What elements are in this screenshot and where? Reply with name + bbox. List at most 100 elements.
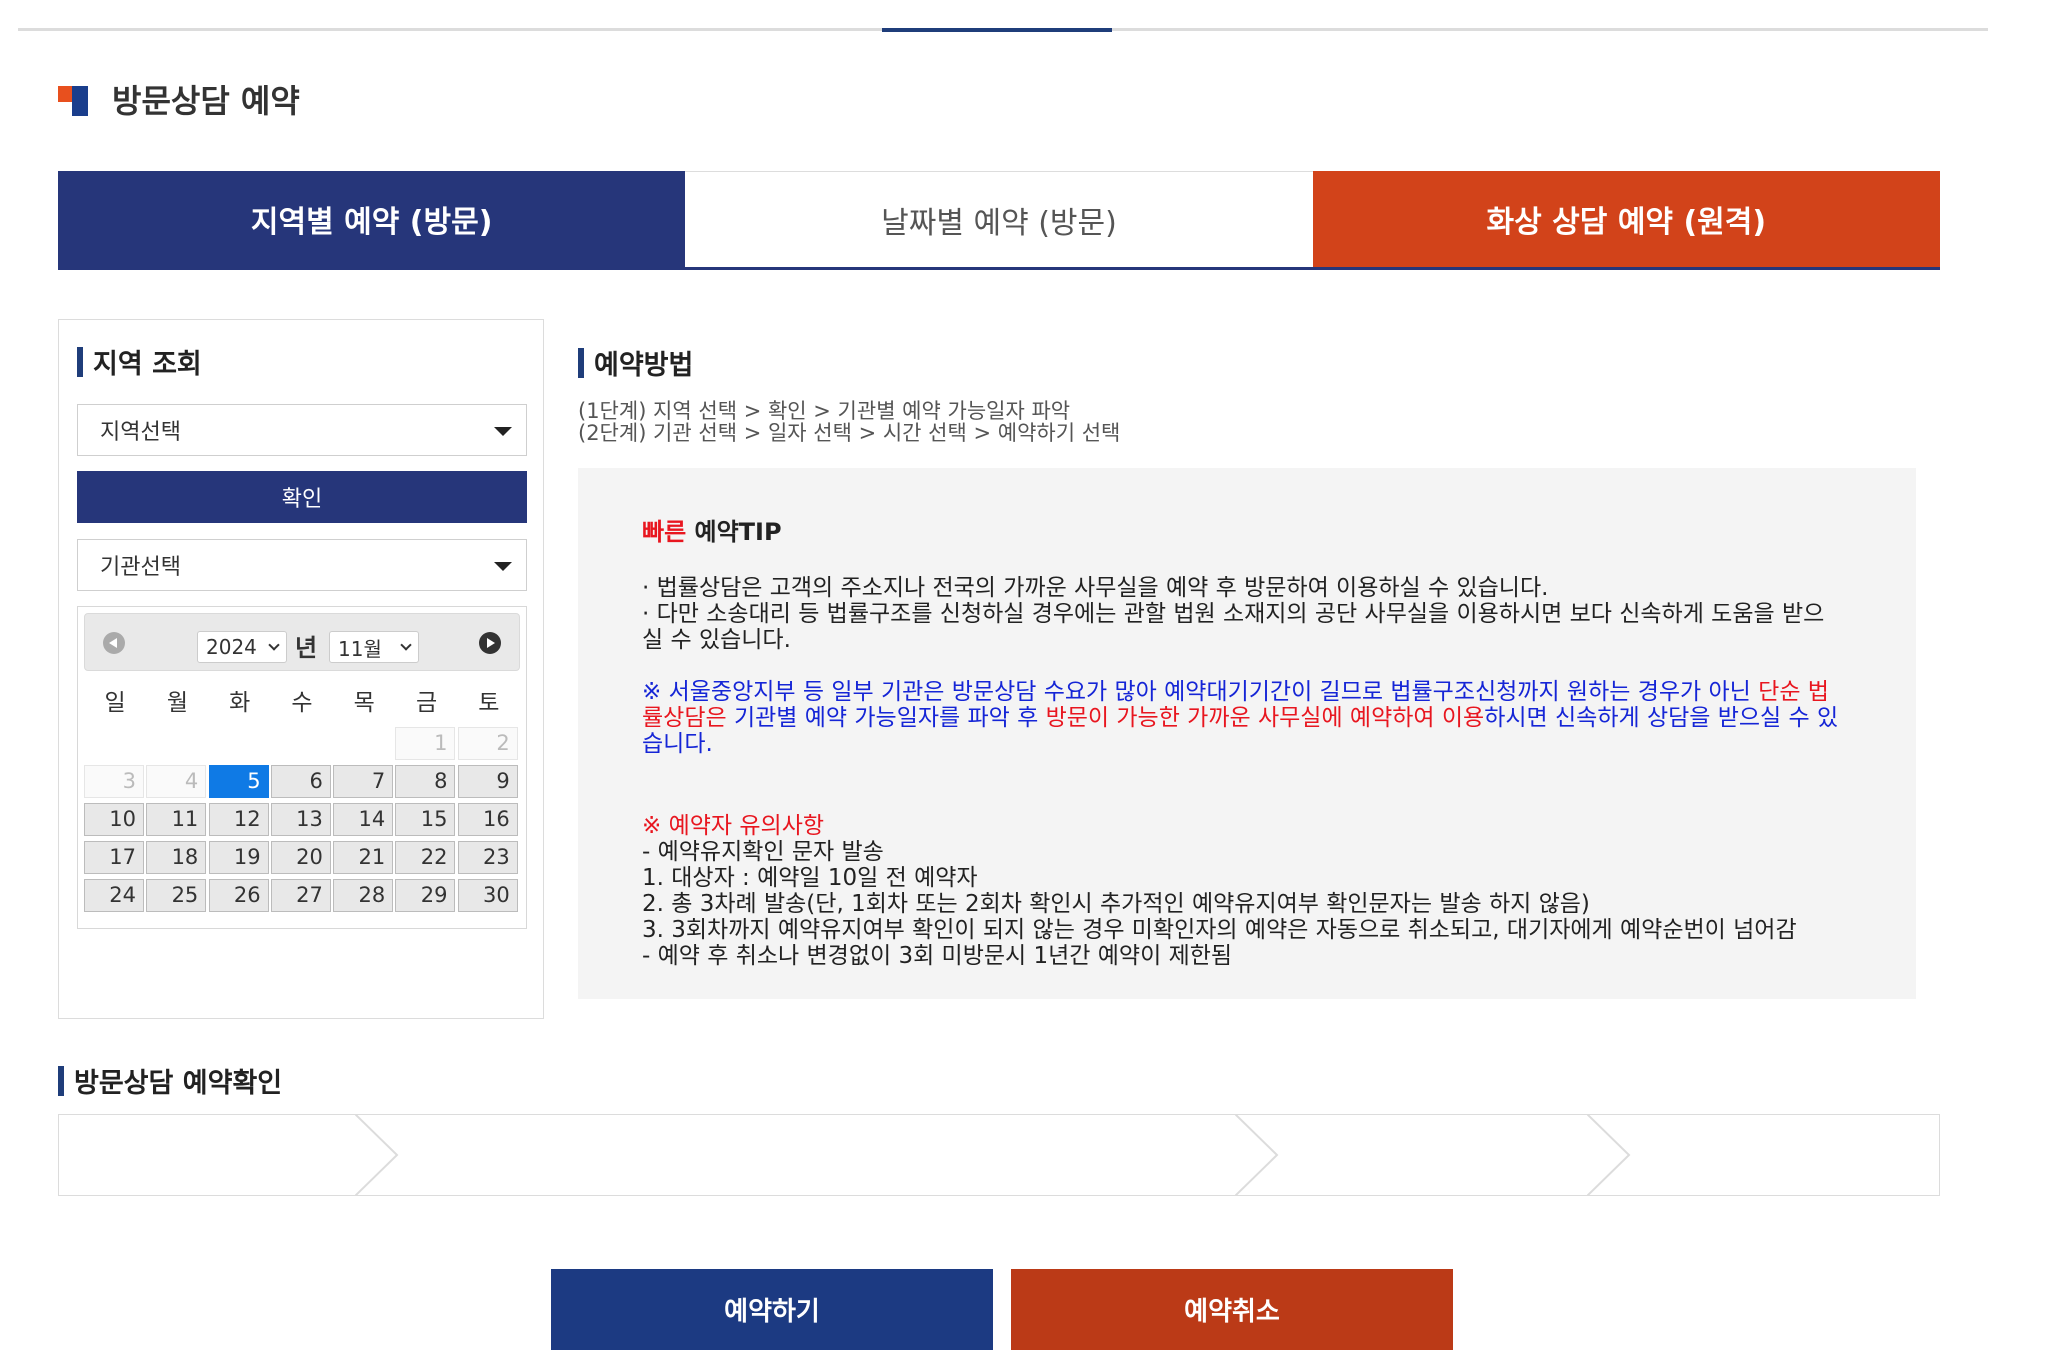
weekday-sun: 일 [104,690,126,716]
calendar-day[interactable]: 8 [395,765,456,798]
month-select-value: 11월 [338,636,382,661]
calendar-day[interactable]: 18 [146,841,207,874]
heading-bar-icon [77,346,83,377]
step-chevron-icon [1235,1115,1279,1195]
calendar-day[interactable]: 24 [84,879,144,912]
calendar-day[interactable]: 6 [270,765,331,798]
weekday-tue: 화 [229,690,251,716]
method-heading-text: 예약방법 [594,350,694,381]
region-search-heading: 지역 조회 [77,342,202,381]
cancel-reservation-button[interactable]: 예약취소 [1011,1269,1453,1350]
calendar-day[interactable]: 11 [146,803,207,836]
tip-title-rest: 예약TIP [686,518,782,546]
calendar-days: 1 2 3 4 5 6 7 8 9 10 11 12 13 14 15 16 17 18 19 20 21 22 23 24 2… [84,727,520,912]
calendar-day: 1 [395,727,456,760]
tip-notes-heading: ※ 예약자 유의사항 [642,813,825,839]
region-select-value: 지역선택 [100,420,181,445]
calendar-day: 3 [84,765,144,798]
calendar-day[interactable]: 30 [457,879,518,912]
method-step-1: (1단계) 지역 선택 > 확인 > 기관별 예약 가능일자 파악 [578,399,1071,423]
calendar-day[interactable]: 27 [270,879,331,912]
tip-notice: ※ 서울중앙지부 등 일부 기관은 방문상담 수요가 많아 예약대기기간이 길므… [642,679,1842,757]
tip-notice-red-2: 방문이 가능한 가까운 사무실에 예약하여 이용 [1045,705,1485,731]
reserve-button[interactable]: 예약하기 [551,1269,993,1350]
tab-video-consultation[interactable]: 화상 상담 예약 (원격) [1312,171,1940,267]
calendar-day[interactable]: 9 [457,765,518,798]
reservation-confirm-heading: 방문상담 예약확인 [58,1061,282,1100]
calendar-day[interactable]: 23 [457,841,518,874]
calendar-day[interactable]: 13 [270,803,331,836]
calendar-day[interactable]: 19 [208,841,269,874]
calendar-header: 2024 년 11월 [84,613,520,671]
weekday-fri: 금 [415,690,438,716]
weekday-wed: 수 [291,690,313,716]
calendar-day[interactable]: 16 [457,803,518,836]
calendar-day[interactable]: 14 [333,803,394,836]
step-chevron-icon [1587,1115,1631,1195]
calendar-day[interactable]: 17 [84,841,144,874]
calendar-day[interactable]: 29 [395,879,456,912]
next-month-icon[interactable] [479,632,501,654]
calendar-day: 2 [457,727,518,760]
tip-line-2: · 다만 소송대리 등 법률구조를 신청하실 경우에는 관할 법원 소재지의 공… [642,601,1825,653]
tip-note-3: 2. 총 3차례 발송(단, 1회차 또는 2회차 확인시 추가적인 예약유지여… [642,891,1590,917]
month-select[interactable]: 11월 [329,631,419,663]
reservation-step-bar [58,1114,1940,1196]
tip-note-2: 1. 대상자 : 예약일 10일 전 예약자 [642,865,978,891]
top-active-indicator [882,28,1112,32]
tip-title-highlight: 빠른 [642,518,687,546]
calendar-day[interactable]: 10 [84,803,144,836]
calendar-weekdays: 일 월 화 수 목 금 토 [84,683,520,717]
calendar-day[interactable]: 22 [395,841,456,874]
tip-notice-part-1: ※ 서울중앙지부 등 일부 기관은 방문상담 수요가 많아 예약대기기간이 길므… [642,679,1759,705]
tab-date-reservation[interactable]: 날짜별 예약 (방문) [685,171,1313,267]
weekday-mon: 월 [166,690,188,716]
method-heading: 예약방법 [578,343,693,382]
year-suffix: 년 [295,634,318,662]
reservation-tabs: 지역별 예약 (방문) 날짜별 예약 (방문) 화상 상담 예약 (원격) [58,171,1940,270]
agency-select[interactable]: 기관선택 [77,539,527,591]
agency-select-value: 기관선택 [100,555,181,580]
calendar-day[interactable]: 25 [146,879,207,912]
region-confirm-button[interactable]: 확인 [77,471,527,523]
reservation-tip-box: 빠른 예약TIP · 법률상담은 고객의 주소지나 전국의 가까운 사무실을 예… [578,468,1916,999]
calendar-day[interactable]: 28 [333,879,394,912]
heading-bar-icon [578,347,584,378]
heading-bar-icon [58,1065,64,1096]
page-title-text: 방문상담 예약 [112,82,300,120]
calendar-day[interactable]: 20 [270,841,331,874]
reservation-confirm-heading-text: 방문상담 예약확인 [74,1068,283,1099]
tip-guide: · 법률상담은 고객의 주소지나 전국의 가까운 사무실을 예약 후 방문하여 … [642,575,1842,653]
method-step-2: (2단계) 기관 선택 > 일자 선택 > 시간 선택 > 예약하기 선택 [578,421,1121,445]
region-select[interactable]: 지역선택 [77,404,527,456]
tip-title: 빠른 예약TIP [642,512,1916,547]
calendar-day[interactable]: 21 [333,841,394,874]
weekday-sat: 토 [478,690,500,716]
calendar-day[interactable]: 26 [208,879,269,912]
calendar-day[interactable]: 7 [333,765,394,798]
calendar-day[interactable]: 12 [208,803,269,836]
calendar-day: 4 [146,765,207,798]
tip-note-1: - 예약유지확인 문자 발송 [642,839,884,865]
tab-region-reservation[interactable]: 지역별 예약 (방문) [58,171,686,267]
calendar-day[interactable]: 15 [395,803,456,836]
chevron-down-icon [400,639,412,651]
weekday-thu: 목 [353,690,375,716]
year-select[interactable]: 2024 [197,631,287,663]
region-search-panel: 지역 조회 지역선택 확인 기관선택 2024 년 11월 일 월 화 수 목 … [58,319,544,1019]
page-title: 방문상담 예약 [58,76,300,122]
caret-down-icon [494,427,512,436]
title-mark-icon [58,82,92,116]
tip-note-5: - 예약 후 취소나 변경없이 3회 미방문시 1년간 예약이 제한됨 [642,943,1233,969]
year-select-value: 2024 [206,635,257,659]
calendar-day-selected[interactable]: 5 [208,765,269,798]
tip-note-4: 3. 3회차까지 예약유지여부 확인이 되지 않는 경우 미확인자의 예약은 자… [642,917,1797,943]
prev-month-icon[interactable] [103,632,125,654]
method-steps: (1단계) 지역 선택 > 확인 > 기관별 예약 가능일자 파악 (2단계) … [578,400,1120,444]
chevron-down-icon [268,639,280,651]
tip-line-1: · 법률상담은 고객의 주소지나 전국의 가까운 사무실을 예약 후 방문하여 … [642,575,1549,601]
tip-notice-part-2: 기관별 예약 가능일자를 파악 후 [726,705,1046,731]
step-chevron-icon [355,1115,399,1195]
region-search-heading-text: 지역 조회 [93,349,202,380]
caret-down-icon [494,562,512,571]
